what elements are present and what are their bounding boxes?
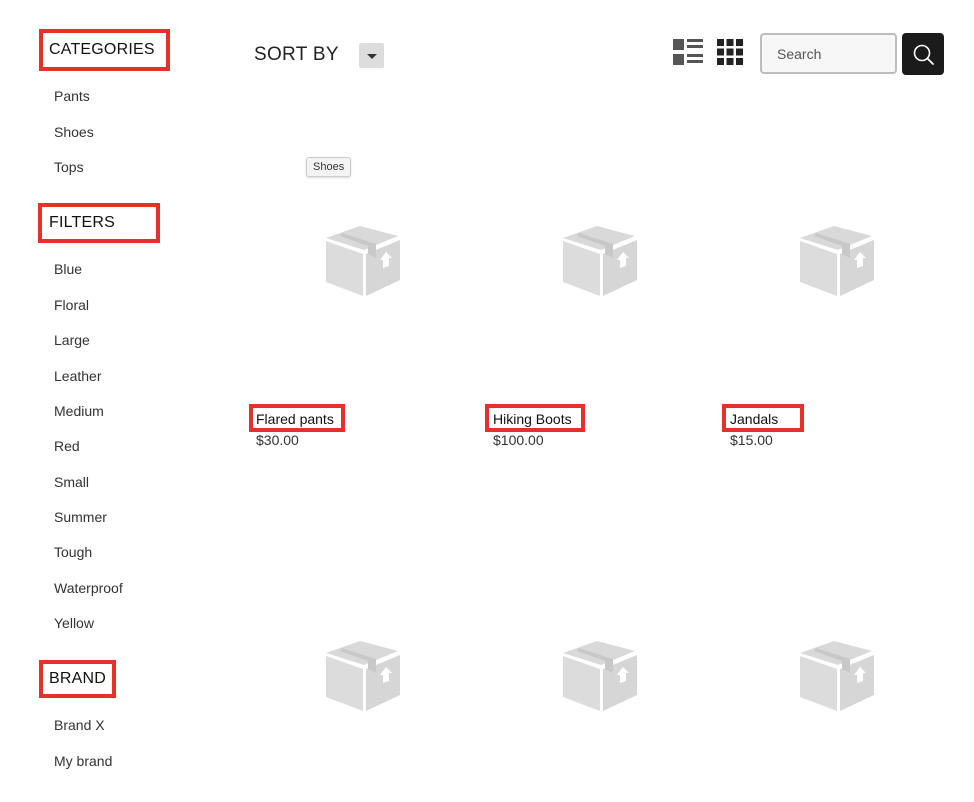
sort-dropdown-button[interactable] bbox=[359, 43, 384, 68]
filter-link-yellow[interactable]: Yellow bbox=[54, 615, 94, 631]
filter-link-leather[interactable]: Leather bbox=[54, 368, 101, 384]
search-button[interactable] bbox=[902, 33, 944, 75]
list-view-icon[interactable] bbox=[673, 39, 703, 65]
filter-link-tough[interactable]: Tough bbox=[54, 544, 92, 560]
filter-link-floral[interactable]: Floral bbox=[54, 297, 89, 313]
category-link-pants[interactable]: Pants bbox=[54, 88, 90, 104]
brand-link-my-brand[interactable]: My brand bbox=[54, 753, 112, 769]
product-price: $100.00 bbox=[493, 432, 544, 448]
filters-title: FILTERS bbox=[49, 214, 116, 231]
filter-link-summer[interactable]: Summer bbox=[54, 509, 107, 525]
product-placeholder-icon[interactable] bbox=[557, 214, 641, 298]
search-input[interactable] bbox=[760, 33, 897, 74]
category-tooltip: Shoes bbox=[306, 157, 352, 177]
filter-link-waterproof[interactable]: Waterproof bbox=[54, 580, 123, 596]
product-placeholder-icon[interactable] bbox=[320, 629, 404, 713]
product-placeholder-icon[interactable] bbox=[794, 214, 878, 298]
filter-link-red[interactable]: Red bbox=[54, 438, 80, 454]
sort-by-label: SORT BY bbox=[254, 44, 339, 65]
product-name-jandals[interactable]: Jandals bbox=[730, 411, 778, 427]
product-name-hiking-boots[interactable]: Hiking Boots bbox=[493, 411, 572, 427]
product-placeholder-icon[interactable] bbox=[557, 629, 641, 713]
filter-link-blue[interactable]: Blue bbox=[54, 261, 82, 277]
product-placeholder-icon[interactable] bbox=[320, 214, 404, 298]
product-price: $30.00 bbox=[256, 432, 299, 448]
filter-link-small[interactable]: Small bbox=[54, 474, 89, 490]
product-price: $15.00 bbox=[730, 432, 773, 448]
category-link-tops[interactable]: Tops bbox=[54, 159, 84, 175]
categories-title: CATEGORIES bbox=[49, 41, 155, 58]
grid-view-icon[interactable] bbox=[717, 39, 743, 65]
category-link-shoes[interactable]: Shoes bbox=[54, 124, 94, 140]
brand-title: BRAND bbox=[49, 670, 107, 687]
search-icon bbox=[913, 44, 934, 65]
product-placeholder-icon[interactable] bbox=[794, 629, 878, 713]
product-name-flared-pants[interactable]: Flared pants bbox=[256, 411, 334, 427]
brand-link-brand-x[interactable]: Brand X bbox=[54, 717, 105, 733]
filter-link-medium[interactable]: Medium bbox=[54, 403, 104, 419]
filter-link-large[interactable]: Large bbox=[54, 332, 90, 348]
